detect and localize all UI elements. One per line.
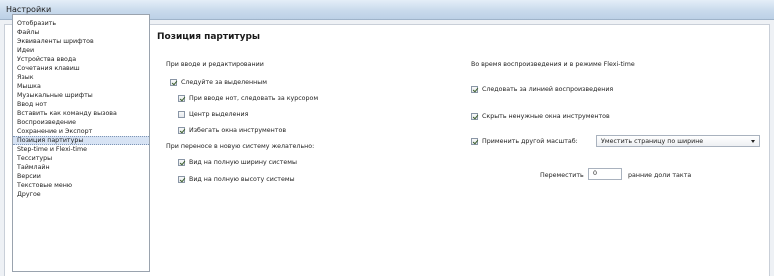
sidebar-item-note-input[interactable]: Ввод нот [13,100,149,109]
hide-windows-label: Скрыть ненужные окна инструментов [482,112,610,120]
sidebar-item-keyboard-shortcuts[interactable]: Сочетания клавиш [13,64,149,73]
sidebar-item-files[interactable]: Файлы [13,28,149,37]
full-height-label: Вид на полную высоту системы [189,175,295,183]
full-height-checkbox[interactable] [178,175,185,183]
page-title: Позиция партитуры [157,32,261,42]
avoid-windows-label: Избегать окна инструментов [189,126,287,134]
sidebar-item-font-equivalents[interactable]: Эквиваленты шрифтов [13,37,149,46]
sidebar-item-other[interactable]: Другое [13,190,149,199]
center-selection-checkbox[interactable] [178,110,185,118]
center-selection-label: Центр выделения [189,110,249,118]
center-selection-option[interactable]: Центр выделения [178,109,248,119]
avoid-windows-option[interactable]: Избегать окна инструментов [178,125,286,135]
avoid-windows-checkbox[interactable] [178,126,185,134]
full-width-label: Вид на полную ширину системы [189,158,297,166]
move-label: Переместить [540,172,584,179]
follow-selection-checkbox[interactable] [170,78,177,86]
chevron-down-icon[interactable] [751,140,755,143]
follow-line-label: Следовать за линией воспроизведения [482,85,614,93]
full-height-option[interactable]: Вид на полную высоту системы [178,174,295,184]
window-title: Настройки [6,5,52,14]
follow-cursor-option[interactable]: При вводе нот, следовать за курсором [178,93,318,103]
follow-selection-option[interactable]: Следуйте за выделенным [170,77,267,87]
sidebar-item-language[interactable]: Язык [13,73,149,82]
apply-zoom-option[interactable]: Применить другой масштаб: [471,136,578,146]
hide-windows-option[interactable]: Скрыть ненужные окна инструментов [471,111,610,121]
sidebar-item-saving-export[interactable]: Сохранение и Экспорт [13,127,149,136]
hide-windows-checkbox[interactable] [471,112,478,120]
sidebar-item-ranges[interactable]: Тесситуры [13,154,149,163]
sidebar-item-input-devices[interactable]: Устройства ввода [13,55,149,64]
new-system-group-label: При переносе в новую систему желательно: [166,143,315,150]
sidebar-item-word-menus[interactable]: Текстовые меню [13,181,149,190]
editing-group-label: При вводе и редактировании [166,61,264,68]
apply-zoom-checkbox[interactable] [471,137,478,145]
move-suffix-label: ранние доли такта [628,172,692,179]
sidebar-item-paste-as-cue[interactable]: Вставить как команду вызова [13,109,149,118]
sidebar-item-step-flexi-time[interactable]: Step-time и Flexi-time [13,145,149,154]
playback-group-label: Во время воспроизведения и в режиме Flex… [471,61,635,68]
sidebar-item-ideas[interactable]: Идеи [13,46,149,55]
sidebar-item-display[interactable]: Отобразить [13,19,149,28]
sidebar-item-playback[interactable]: Воспроизведение [13,118,149,127]
full-width-option[interactable]: Вид на полную ширину системы [178,157,297,167]
apply-zoom-label: Применить другой масштаб: [482,137,578,145]
sidebar-item-versions[interactable]: Версии [13,172,149,181]
sidebar-item-mouse[interactable]: Мышка [13,82,149,91]
follow-cursor-label: При вводе нот, следовать за курсором [189,94,319,102]
follow-line-option[interactable]: Следовать за линией воспроизведения [471,84,613,94]
sidebar-item-music-fonts[interactable]: Музыкальные шрифты [13,91,149,100]
follow-selection-label: Следуйте за выделенным [181,78,267,86]
settings-category-list[interactable]: Отобразить Файлы Эквиваленты шрифтов Иде… [12,14,150,272]
sidebar-item-score-position[interactable]: Позиция партитуры [13,136,149,145]
zoom-select-value: Уместить страницу по ширине [601,137,704,145]
move-beats-input[interactable]: 0 [588,168,622,180]
zoom-select[interactable]: Уместить страницу по ширине [596,135,760,147]
follow-line-checkbox[interactable] [471,85,478,93]
full-width-checkbox[interactable] [178,158,185,166]
follow-cursor-checkbox[interactable] [178,94,185,102]
sidebar-item-timeline[interactable]: Таймлайн [13,163,149,172]
